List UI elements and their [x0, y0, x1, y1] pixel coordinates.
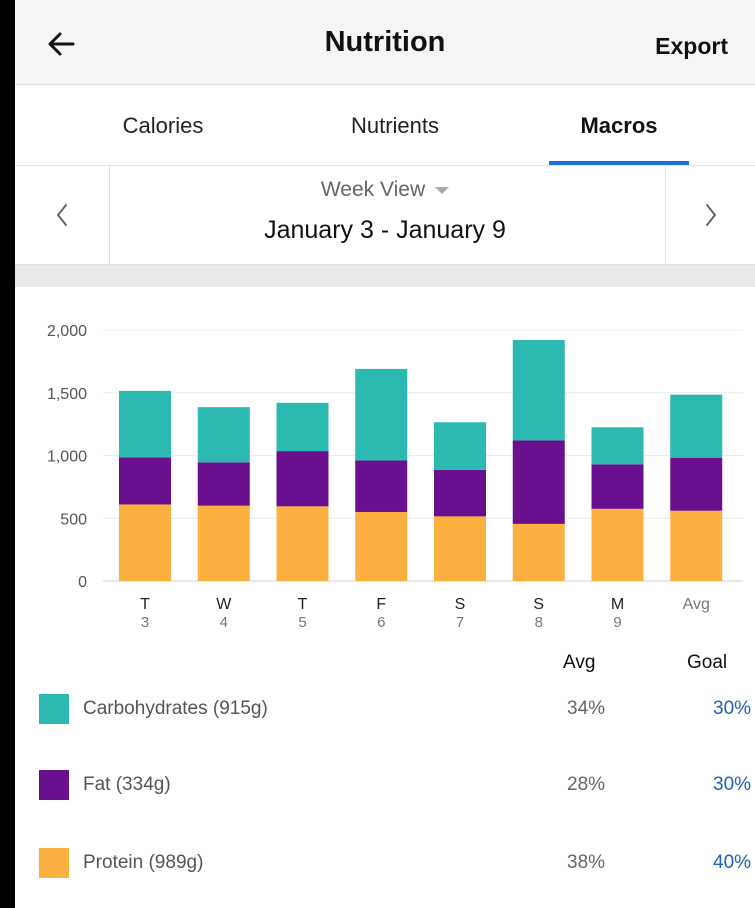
caret-down-icon — [435, 186, 450, 194]
next-week-button[interactable] — [665, 166, 755, 264]
x-tick-label: T — [140, 596, 150, 613]
bar-segment-fat — [591, 464, 644, 509]
bar-segment-carbohydrates — [276, 402, 329, 452]
week-view-label: Week View — [320, 178, 426, 201]
tab-nutrients[interactable]: Nutrients — [295, 113, 495, 139]
tab-macros[interactable]: Macros — [519, 113, 719, 139]
page-title: Nutrition — [324, 26, 446, 58]
bar-segment-carbohydrates — [512, 340, 565, 441]
x-tick-label: W — [216, 596, 232, 613]
bar-segment-protein — [434, 516, 486, 581]
week-navigator: Week View January 3 - January 9 — [15, 166, 755, 265]
bar-segment-protein — [276, 506, 329, 581]
protein-swatch — [39, 848, 69, 878]
bar-segment-carbohydrates — [119, 390, 171, 458]
bar-segment-carbohydrates — [591, 427, 644, 465]
bar-segment-carbohydrates — [434, 422, 486, 470]
legend-item-fat: Fat (334g) 28% 30% — [39, 770, 751, 802]
bar-segment-fat — [512, 440, 565, 524]
bar-segment-protein — [591, 508, 644, 581]
legend-avg: 38% — [567, 852, 606, 873]
bar-segment-fat — [434, 469, 486, 517]
x-tick-label: M — [611, 596, 624, 613]
x-tick-label: S — [533, 596, 544, 613]
week-view-dropdown[interactable]: Week View — [15, 178, 755, 202]
x-tick-sublabel: 6 — [377, 614, 385, 631]
bar-segment-protein — [512, 523, 565, 581]
carbohydrates-swatch — [39, 694, 69, 724]
y-tick-label: 500 — [60, 511, 87, 528]
date-range: January 3 - January 9 — [264, 216, 506, 244]
app-screen: Nutrition Export Calories Nutrients Macr… — [15, 0, 755, 908]
x-tick-sublabel: 8 — [535, 614, 543, 631]
x-tick-sublabel: 9 — [613, 614, 621, 631]
bar-segment-carbohydrates — [197, 407, 250, 463]
export-button[interactable]: Export — [655, 33, 728, 60]
bar-segment-carbohydrates — [355, 368, 408, 461]
y-tick-label: 2,000 — [47, 323, 87, 340]
bar-segment-protein — [670, 510, 723, 581]
tab-bar: Calories Nutrients Macros — [15, 85, 755, 166]
macros-bar-chart: 05001,0001,5002,000T3W4T5F6S7S8M9Avg — [47, 323, 743, 631]
bar-segment-fat — [276, 451, 329, 507]
legend-goal: 30% — [713, 774, 752, 795]
y-tick-label: 1,000 — [47, 449, 87, 466]
legend-goal: 40% — [713, 852, 752, 873]
x-tick-label: Avg — [683, 596, 710, 613]
legend-item-protein: Protein (989g) 38% 40% — [39, 848, 751, 880]
y-tick-label: 0 — [78, 574, 87, 591]
legend-label: Protein (989g) — [83, 852, 204, 873]
bar-segment-fat — [119, 457, 171, 505]
fat-swatch — [39, 770, 69, 800]
legend-avg: 34% — [567, 698, 606, 719]
y-tick-label: 1,500 — [47, 386, 87, 403]
x-tick-label: S — [455, 596, 466, 613]
legend-goal: 30% — [713, 698, 752, 719]
goal-column-header: Goal — [687, 652, 728, 673]
x-tick-sublabel: 7 — [456, 614, 464, 631]
x-tick-sublabel: 4 — [220, 614, 228, 631]
chevron-right-icon — [705, 204, 716, 226]
bar-segment-protein — [119, 504, 171, 581]
bar-segment-protein — [355, 511, 408, 581]
x-tick-sublabel: 3 — [141, 614, 149, 631]
x-tick-sublabel: 5 — [298, 614, 306, 631]
bar-segment-carbohydrates — [670, 394, 723, 459]
legend-avg: 28% — [567, 774, 606, 795]
x-tick-label: T — [298, 596, 308, 613]
bar-segment-fat — [197, 462, 250, 506]
bar-segment-fat — [670, 458, 723, 511]
tab-calories[interactable]: Calories — [63, 113, 263, 139]
section-divider — [15, 265, 755, 287]
legend-label: Carbohydrates (915g) — [83, 698, 268, 719]
bar-segment-fat — [355, 460, 408, 512]
x-tick-label: F — [376, 596, 386, 613]
bar-segment-protein — [197, 505, 250, 581]
legend-label: Fat (334g) — [83, 774, 171, 795]
top-bar: Nutrition Export — [15, 0, 755, 85]
active-tab-indicator — [549, 161, 689, 165]
avg-column-header: Avg — [563, 652, 596, 673]
legend-item-carbohydrates: Carbohydrates (915g) 34% 30% — [39, 694, 751, 726]
